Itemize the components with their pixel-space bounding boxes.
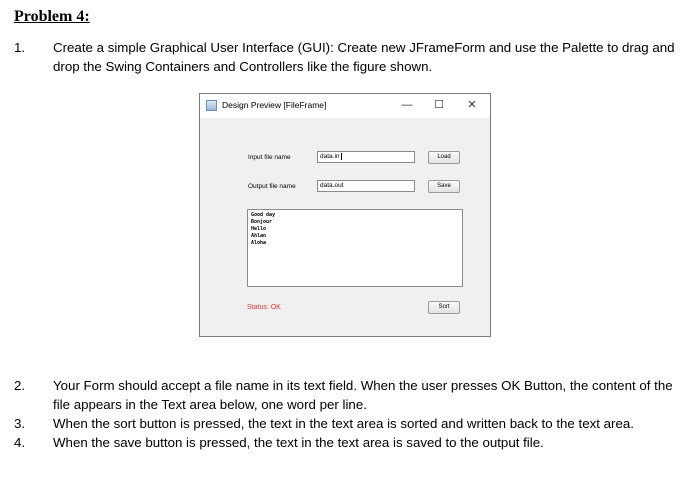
text-area-line: Aloha (251, 240, 267, 246)
item-text: Your Form should accept a file name in i… (53, 378, 673, 412)
item-number: 4. (14, 435, 26, 450)
text-area[interactable]: Good day Bonjour Hello Ahlan Aloha (247, 209, 463, 287)
item-text: Create a simple Graphical User Interface… (53, 40, 675, 74)
window-title: Design Preview [FileFrame] (222, 100, 327, 110)
close-icon[interactable]: ✕ (463, 97, 481, 113)
java-app-icon (206, 100, 217, 111)
input-file-label: Input file name (248, 154, 291, 161)
item-number: 2. (14, 378, 26, 393)
design-preview-window: Design Preview [FileFrame] — ☐ ✕ Input f… (199, 93, 491, 337)
window-titlebar: Design Preview [FileFrame] — ☐ ✕ (200, 94, 490, 118)
item-number: 1. (14, 40, 26, 55)
minimize-icon[interactable]: — (398, 97, 416, 113)
output-file-field[interactable]: data.out (317, 180, 415, 192)
maximize-icon[interactable]: ☐ (430, 97, 448, 113)
problem-heading: Problem 4: (14, 8, 90, 25)
output-file-label: Output file name (248, 183, 296, 190)
text-area-line: Hello (251, 226, 267, 232)
text-area-line: Good day (251, 212, 276, 218)
text-cursor (340, 153, 342, 160)
load-button[interactable]: Load (428, 151, 460, 164)
item-text: When the save button is pressed, the tex… (53, 435, 544, 450)
text-area-line: Bonjour (251, 219, 273, 225)
sort-button[interactable]: Sort (428, 301, 460, 314)
input-file-field[interactable]: data.in (317, 151, 415, 163)
save-button[interactable]: Save (428, 180, 460, 193)
item-number: 3. (14, 416, 26, 431)
status-label: Status: OK (247, 304, 281, 311)
item-text: When the sort button is pressed, the tex… (53, 416, 634, 431)
output-file-value: data.out (320, 182, 344, 189)
text-area-line: Ahlan (251, 233, 267, 239)
input-file-value: data.in (320, 153, 340, 160)
